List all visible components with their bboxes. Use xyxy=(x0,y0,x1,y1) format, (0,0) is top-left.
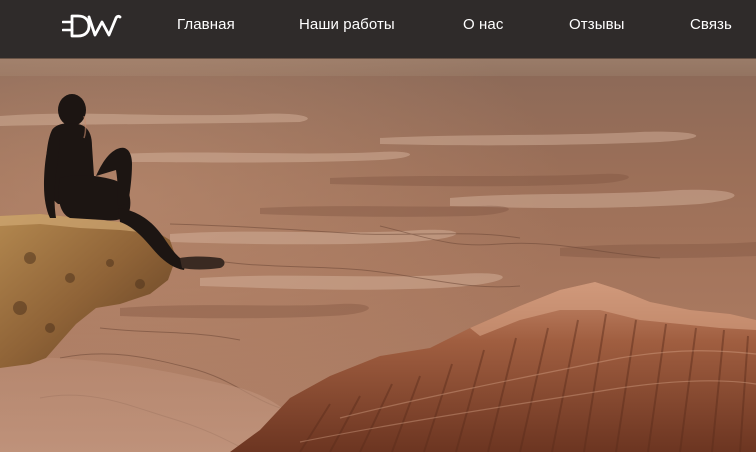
desert-landscape-illustration xyxy=(0,58,756,452)
nav-link-portfolio[interactable]: Наши работы xyxy=(299,17,395,33)
nav-link-reviews[interactable]: Отзывы xyxy=(569,17,625,33)
nav-link-home[interactable]: Главная xyxy=(177,17,235,33)
page: Главная Наши работы О нас Отзывы Связь xyxy=(0,0,756,452)
main-nav: Главная Наши работы О нас Отзывы Связь xyxy=(0,0,756,58)
hero-image xyxy=(0,58,756,452)
nav-link-about[interactable]: О нас xyxy=(463,17,503,33)
nav-link-contact[interactable]: Связь xyxy=(690,17,732,33)
navbar: Главная Наши работы О нас Отзывы Связь xyxy=(0,0,756,58)
